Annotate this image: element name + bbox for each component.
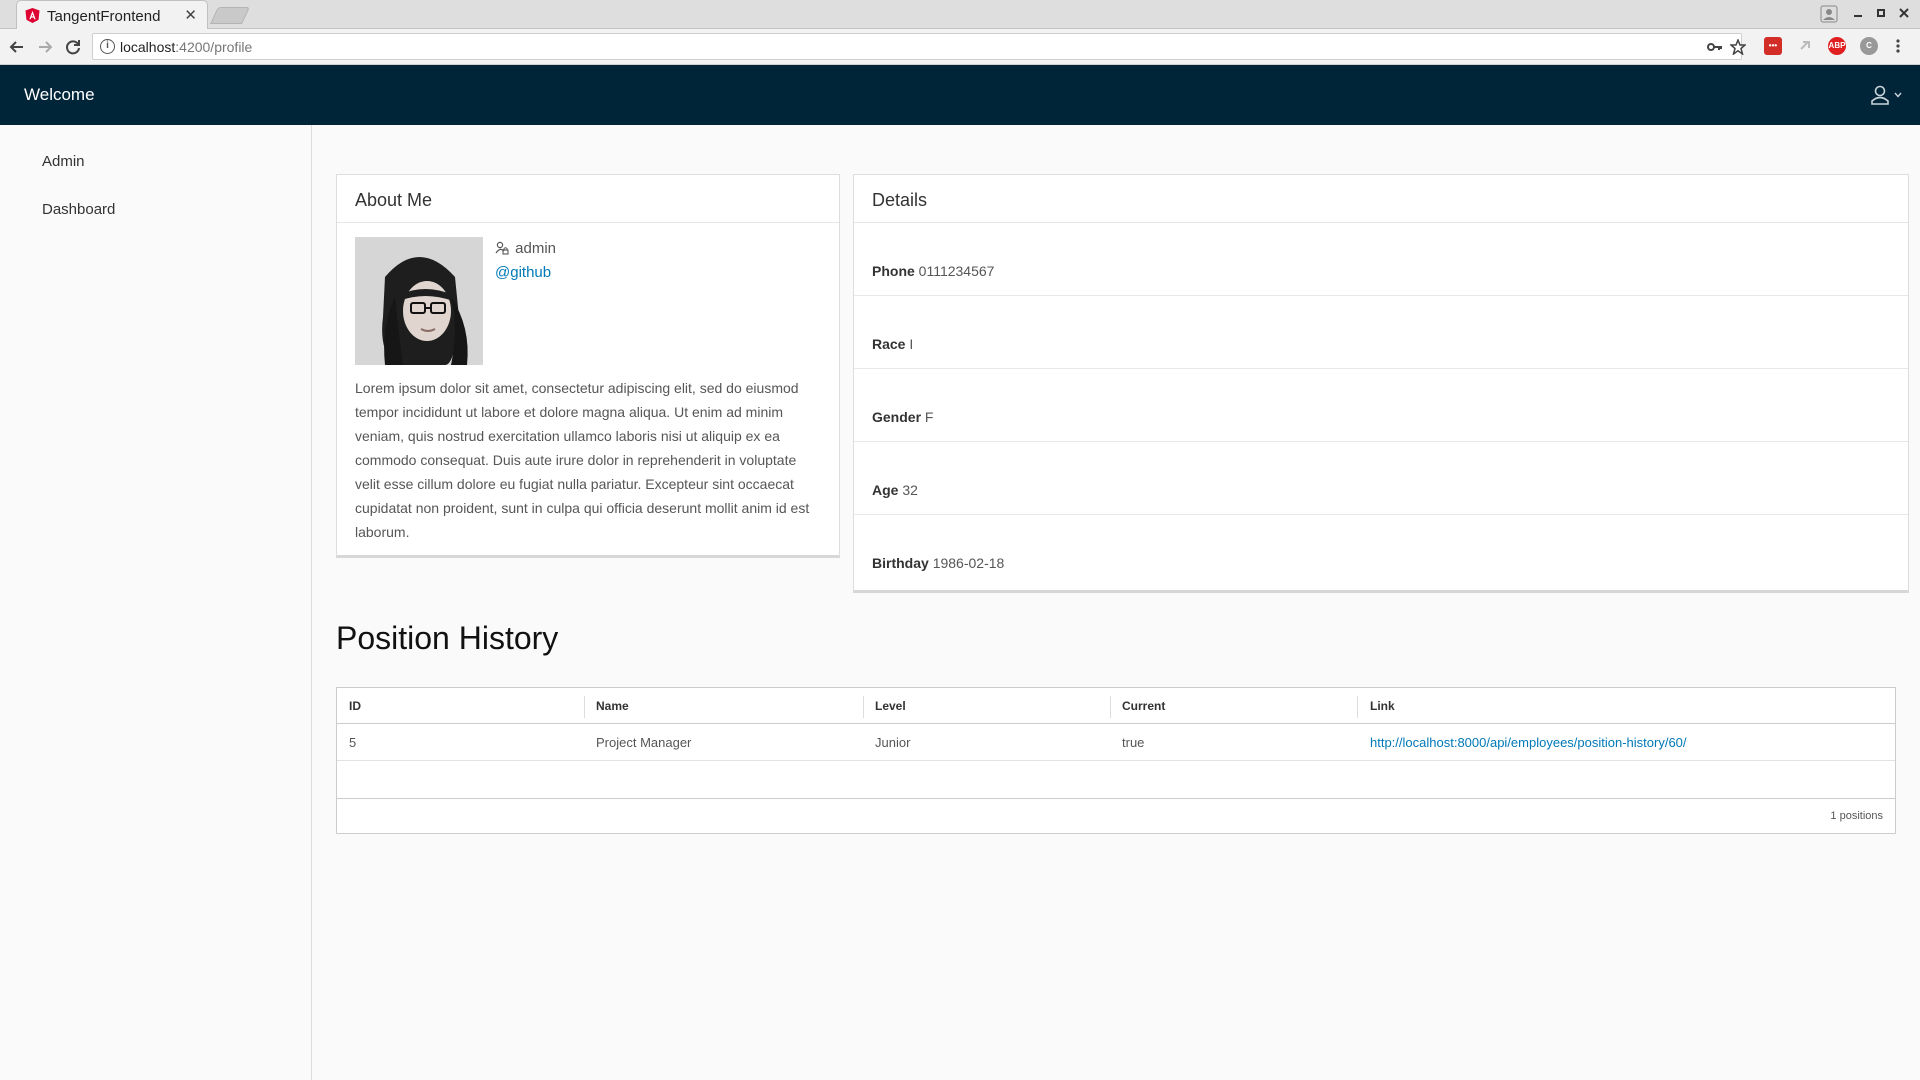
column-header-level[interactable]: Level [875,699,906,713]
extension-link-icon[interactable] [1796,37,1814,55]
profile-avatar [355,237,483,365]
profile-icon[interactable] [1820,5,1838,23]
sidebar: Admin Dashboard [0,125,312,1080]
column-header-id[interactable]: ID [349,699,361,713]
forward-icon[interactable] [34,36,56,58]
user-menu[interactable] [1870,83,1906,107]
bookmark-star-icon[interactable] [1730,39,1746,55]
column-separator[interactable] [1110,696,1111,718]
detail-value: I [909,336,914,352]
details-title: Details [854,175,1908,223]
bio-text: Lorem ipsum dolor sit amet, consectetur … [355,380,810,540]
cell-id: 5 [349,735,357,750]
info-icon[interactable]: i [100,39,115,54]
position-history-title: Position History [336,620,559,656]
browser-toolbar: i localhost:4200/profile ••• ABP C [0,29,1920,65]
grid-header: ID Name Level Current Link [337,688,1895,724]
back-icon[interactable] [6,36,28,58]
detail-value: F [924,409,934,425]
angular-icon [25,8,40,23]
positions-count: 1 positions [1830,810,1883,822]
maximize-icon[interactable] [1874,6,1888,20]
column-header-link[interactable]: Link [1370,699,1395,713]
cell-current: true [1122,735,1145,750]
sidebar-item-admin[interactable]: Admin [42,153,85,170]
detail-label: Phone [872,263,915,279]
column-separator[interactable] [863,696,864,718]
reload-icon[interactable] [62,36,84,58]
tab-title: TangentFrontend [47,8,161,25]
detail-value: 1986-02-18 [932,555,1005,571]
position-history-grid: ID Name Level Current Link 5 Project Man… [336,687,1896,834]
detail-row-age: Age 32 [854,442,1908,515]
table-row: 5 Project Manager Junior true http://loc… [337,724,1895,761]
detail-label: Gender [872,409,922,425]
address-bar[interactable]: i localhost:4200/profile [92,33,1746,60]
app-header: Welcome [0,65,1920,125]
cell-level: Junior [875,735,911,750]
browser-tabstrip: TangentFrontend ✕ [0,0,1920,29]
user-lock-icon [495,241,509,255]
grid-footer: 1 positions [337,798,1895,833]
sidebar-item-dashboard[interactable]: Dashboard [42,201,115,218]
extension-adblock-icon[interactable]: ABP [1828,37,1846,55]
url-text: localhost:4200/profile [120,39,253,55]
extension-lastpass-icon[interactable]: ••• [1764,37,1782,55]
detail-label: Race [872,336,906,352]
about-me-title: About Me [337,175,839,223]
tab-close-icon[interactable]: ✕ [184,6,197,24]
minimize-icon[interactable] [1851,6,1865,20]
browser-menu-icon[interactable] [1894,37,1902,55]
detail-row-phone: Phone 0111234567 [854,223,1908,296]
detail-label: Age [872,482,899,498]
about-me-card: About Me admin @github Lorem ipsum dolor… [336,174,840,558]
key-icon[interactable] [1707,41,1723,53]
chevron-down-icon [1894,92,1902,98]
detail-row-race: Race I [854,296,1908,369]
browser-tab[interactable]: TangentFrontend ✕ [16,0,208,29]
details-card: Details Phone 0111234567 Race I Gender F… [853,174,1909,593]
detail-value: 0111234567 [918,263,995,279]
column-header-current[interactable]: Current [1122,699,1165,713]
close-window-icon[interactable] [1897,6,1911,20]
column-separator[interactable] [584,696,585,718]
brand-title[interactable]: Welcome [24,85,95,105]
cell-name: Project Manager [596,735,692,750]
user-icon [1871,85,1889,105]
detail-row-birthday: Birthday 1986-02-18 [854,515,1908,588]
detail-value: 32 [902,482,918,498]
cell-link[interactable]: http://localhost:8000/api/employees/posi… [1370,735,1687,750]
username-text: admin [515,240,557,257]
extension-circle-icon[interactable]: C [1860,37,1878,55]
new-tab-button[interactable] [210,7,250,24]
detail-row-gender: Gender F [854,369,1908,442]
column-separator[interactable] [1357,696,1358,718]
github-link[interactable]: @github [495,264,551,281]
username-line: admin [495,240,556,257]
detail-label: Birthday [872,555,929,571]
column-header-name[interactable]: Name [596,699,629,713]
